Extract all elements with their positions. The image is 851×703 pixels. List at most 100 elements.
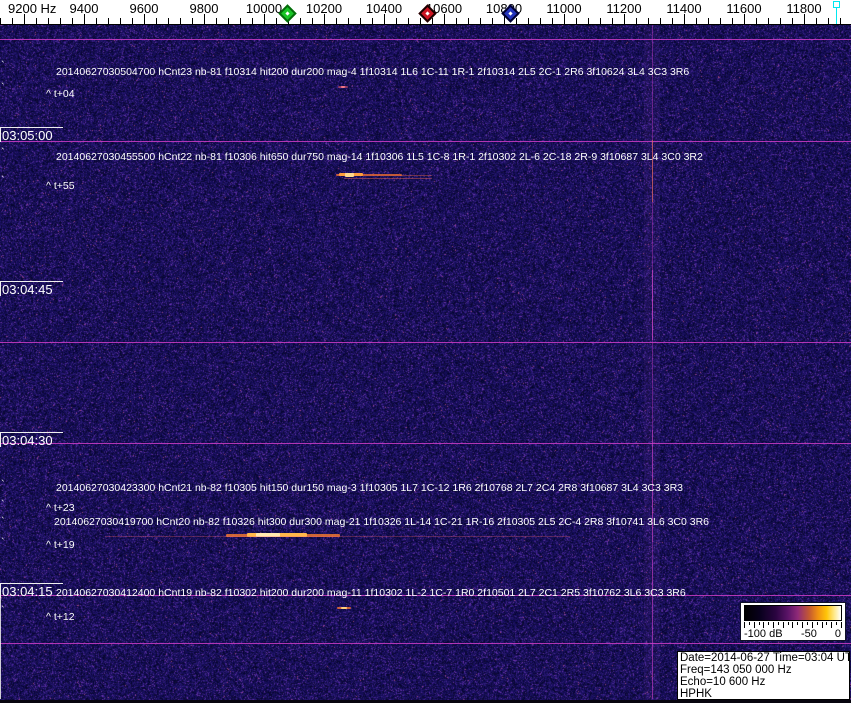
time-edge-tick: ` <box>1 178 5 184</box>
detection-time-marker: ^ t+12 <box>46 611 75 623</box>
diamond-center-dot <box>508 11 512 15</box>
frequency-tick <box>528 18 529 24</box>
frequency-tick <box>396 18 397 24</box>
frequency-tick <box>420 18 421 24</box>
time-label-bracket-edge <box>0 432 1 447</box>
frequency-tick <box>156 18 157 24</box>
meteor-echo-streak <box>341 86 345 88</box>
spectrogram-window: 03:05:00 03:04:45 03:04:30 03:04:15 ` ` ` ` ` ` ` `… <box>0 0 851 703</box>
time-label-bracket-edge <box>0 281 1 296</box>
info-date-line: Date=2014-06-27 Time=03:04 UTC <box>680 652 847 664</box>
colorbar-gradient <box>744 605 842 621</box>
time-label: 03:04:45 <box>2 282 53 297</box>
frequency-tick-label: 9600 <box>130 1 159 16</box>
frequency-tick <box>132 18 133 24</box>
frequency-tick <box>0 18 1 24</box>
frequency-tick <box>552 18 553 24</box>
diamond-center-dot <box>285 11 289 15</box>
frequency-tick <box>180 18 181 24</box>
frequency-tick-label: 10400 <box>366 1 402 16</box>
frequency-tick <box>720 18 721 24</box>
info-box: Date=2014-06-27 Time=03:04 UTC Freq=143 … <box>677 651 850 700</box>
meteor-echo-streak <box>345 173 354 177</box>
frequency-tick <box>708 18 709 24</box>
detection-time-marker: ^ t+55 <box>46 180 75 192</box>
frequency-tick <box>696 18 697 24</box>
detection-annotation: 20140627030423300 hCnt21 nb-82 f10305 hi… <box>56 482 683 494</box>
info-station-line: HPHK <box>680 688 847 700</box>
time-gridline <box>0 342 851 343</box>
frequency-tick-label: 9200 Hz <box>8 1 56 16</box>
colorbar-label-mid: -50 <box>801 628 817 640</box>
detection-time-marker: ^ t+04 <box>46 88 75 100</box>
frequency-tick <box>348 18 349 24</box>
frequency-tick-label: 9400 <box>70 1 99 16</box>
frequency-tick-label: 10000 <box>246 1 282 16</box>
time-label-bracket-edge <box>0 127 1 142</box>
detection-annotation: 20140627030455500 hCnt22 nb-81 f10306 hi… <box>56 151 703 163</box>
frequency-tick <box>768 18 769 24</box>
frequency-tick <box>600 18 601 24</box>
time-edge-tick: ` <box>1 502 5 508</box>
frequency-tick <box>372 18 373 24</box>
frequency-tick-label: 11600 <box>726 1 761 16</box>
vertical-line-segment <box>652 140 653 202</box>
frequency-tick <box>816 18 817 24</box>
spectrogram-canvas <box>0 25 851 703</box>
cyan-cursor-handle-icon[interactable] <box>833 1 840 8</box>
time-gridline <box>0 141 851 142</box>
frequency-tick <box>792 18 793 24</box>
frequency-tick <box>492 18 493 24</box>
info-freq-line: Freq=143 050 000 Hz <box>680 664 847 676</box>
frequency-tick <box>48 18 49 24</box>
time-gridline <box>0 643 851 644</box>
frequency-tick <box>672 18 673 24</box>
frequency-tick <box>12 18 13 24</box>
info-echo-line: Echo=10 600 Hz <box>680 676 847 688</box>
frequency-tick <box>468 18 469 24</box>
time-label: 03:04:30 <box>2 433 53 448</box>
time-edge-tick: ` <box>1 482 5 488</box>
frequency-tick <box>840 18 841 24</box>
frequency-tick <box>576 18 577 24</box>
frequency-scale: 9200 Hz 9400 9600 9800 10000 10200 10400 10600 1… <box>0 0 851 25</box>
detection-annotation: 20140627030504700 hCnt23 nb-81 f10314 hi… <box>56 66 689 78</box>
frequency-tick <box>432 18 433 24</box>
colorbar-label-max: 0 <box>835 628 841 640</box>
time-label: 03:05:00 <box>2 128 53 143</box>
frequency-tick <box>516 18 517 24</box>
time-gridline <box>0 443 851 444</box>
vertical-line-segment <box>652 270 653 340</box>
frequency-tick <box>240 18 241 24</box>
frequency-tick <box>72 18 73 24</box>
frequency-tick <box>612 18 613 24</box>
frequency-tick <box>780 18 781 24</box>
intensity-colorbar: -100 dB -50 0 <box>740 602 846 641</box>
frequency-tick <box>588 18 589 24</box>
frequency-tick-label: 11800 <box>786 1 821 16</box>
frequency-tick <box>360 18 361 24</box>
time-edge-tick: ` <box>1 150 5 156</box>
meteor-echo-streak <box>344 178 432 179</box>
time-edge-tick: ` <box>1 85 5 91</box>
frequency-tick-label: 11400 <box>666 1 701 16</box>
frequency-tick <box>756 18 757 24</box>
frequency-tick <box>540 18 541 24</box>
time-edge-tick: ` <box>1 540 5 546</box>
frequency-tick <box>252 18 253 24</box>
meteor-echo-streak <box>105 536 570 537</box>
frequency-tick <box>312 18 313 24</box>
meteor-echo-streak <box>341 607 347 609</box>
frequency-tick <box>228 18 229 24</box>
frequency-tick <box>192 18 193 24</box>
frequency-tick <box>300 18 301 24</box>
frequency-tick <box>480 18 481 24</box>
frequency-tick <box>732 18 733 24</box>
meteor-echo-streak <box>400 175 432 176</box>
left-edge-border <box>0 583 1 699</box>
frequency-tick-label: 11000 <box>546 1 581 16</box>
colorbar-labels: -100 dB -50 0 <box>744 628 842 641</box>
frequency-tick <box>108 18 109 24</box>
frequency-tick <box>216 18 217 24</box>
time-edge-tick: ` <box>1 519 5 525</box>
